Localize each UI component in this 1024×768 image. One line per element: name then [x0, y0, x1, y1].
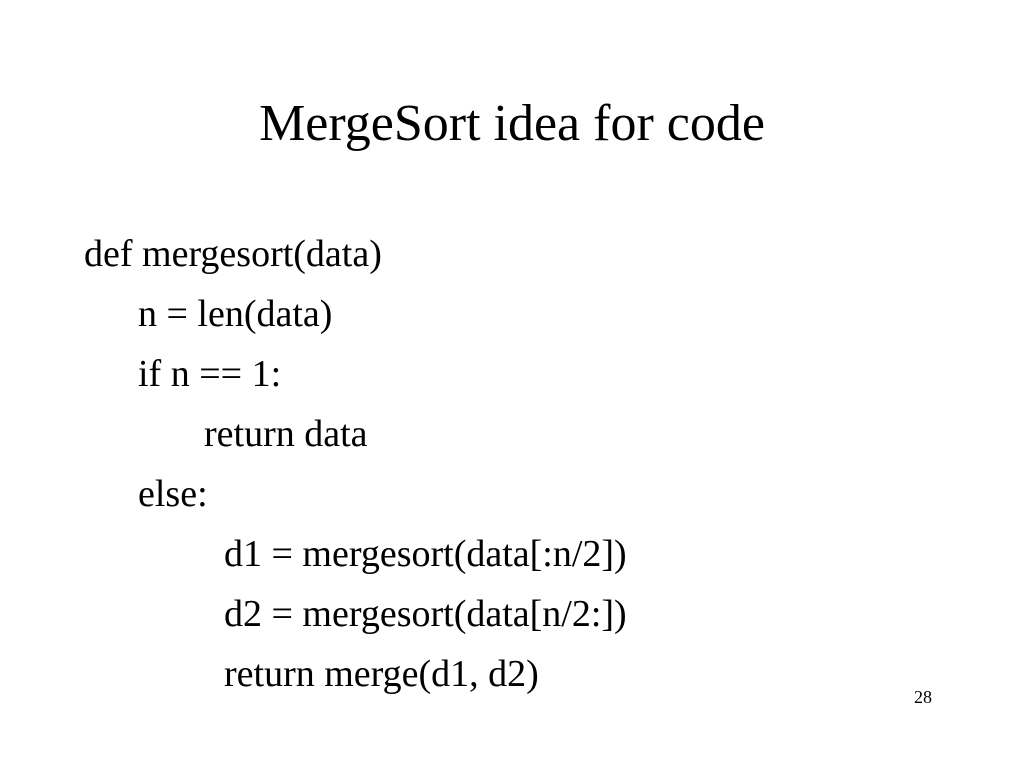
code-block: def mergesort(data) n = len(data) if n =…: [84, 224, 627, 704]
slide-title: MergeSort idea for code: [0, 94, 1024, 153]
code-line: return merge(d1, d2): [84, 644, 627, 704]
code-line: d2 = mergesort(data[n/2:]): [84, 584, 627, 644]
code-line: else:: [84, 464, 627, 524]
code-line: d1 = mergesort(data[:n/2]): [84, 524, 627, 584]
page-number: 28: [914, 687, 932, 708]
code-line: def mergesort(data): [84, 224, 627, 284]
code-line: return data: [84, 404, 627, 464]
code-line: if n == 1:: [84, 344, 627, 404]
code-line: n = len(data): [84, 284, 627, 344]
slide: MergeSort idea for code def mergesort(da…: [0, 0, 1024, 768]
